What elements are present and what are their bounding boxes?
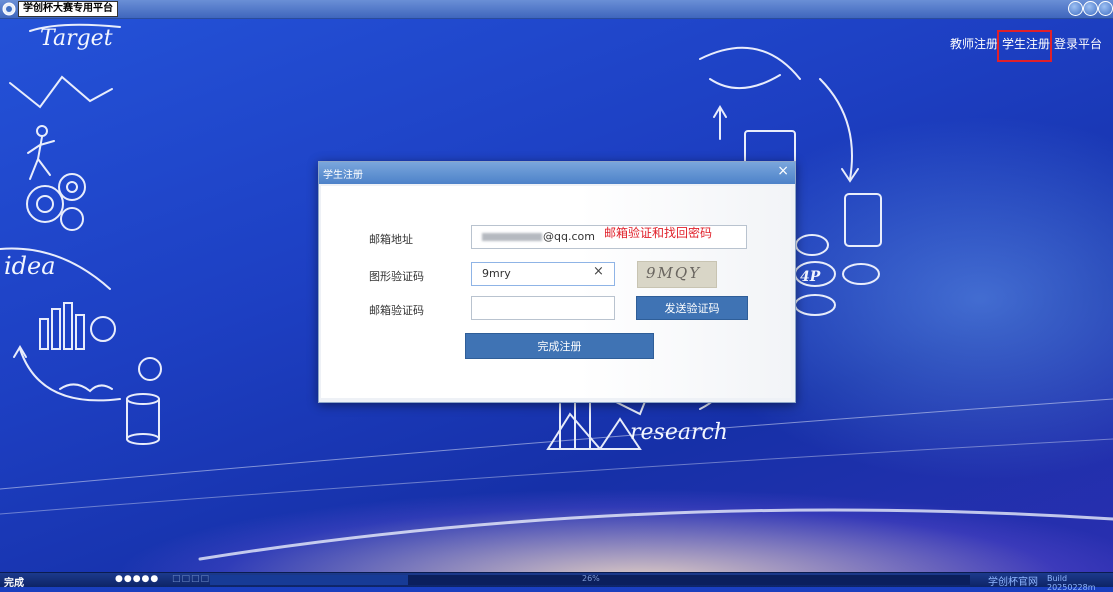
- status-dots-filled: ●●●●●: [115, 574, 160, 584]
- idea-word: idea: [4, 252, 56, 280]
- close-icon[interactable]: ×: [777, 163, 789, 179]
- status-bar: 完成 ●●●●● □□□□□ 26% 学创杯官网 Build 20250228m: [0, 572, 1113, 592]
- email-label: 邮箱地址: [369, 233, 413, 246]
- dialog-header: 学生注册 ×: [319, 162, 795, 184]
- window-title: 学创杯大赛专用平台: [18, 1, 118, 17]
- student-register-highlight-box: [997, 30, 1052, 62]
- nav-login-platform[interactable]: 登录平台: [1054, 35, 1102, 52]
- email-value: @qq.com: [543, 230, 595, 243]
- status-progress-bar: 26%: [210, 574, 970, 585]
- svg-text:4P: 4P: [800, 269, 821, 285]
- email-redacted-part: [482, 233, 542, 241]
- dialog-body: 邮箱地址 @qq.com 邮箱验证和找回密码 图形验证码 9mry × 9MQY…: [321, 186, 791, 398]
- captcha-image[interactable]: 9MQY: [637, 261, 717, 288]
- nav-teacher-register[interactable]: 教师注册: [950, 35, 998, 52]
- email-code-label: 邮箱验证码: [369, 304, 424, 317]
- status-text: 完成: [4, 578, 24, 589]
- status-progress-fill: [210, 575, 408, 585]
- email-code-input[interactable]: [471, 296, 615, 320]
- research-word: research: [630, 420, 728, 445]
- background-canvas: Target idea research 4P 教师注册 学生注册 登录平台 学…: [0, 19, 1113, 572]
- captcha-label: 图形验证码: [369, 270, 424, 283]
- clear-captcha-icon[interactable]: ×: [593, 264, 604, 279]
- target-word: Target: [40, 26, 113, 51]
- minimize-icon[interactable]: [1068, 1, 1083, 16]
- complete-register-button[interactable]: 完成注册: [465, 333, 654, 359]
- close-window-icon[interactable]: [1098, 1, 1113, 16]
- captcha-value: 9mry: [482, 267, 511, 280]
- dialog-title: 学生注册: [323, 170, 363, 181]
- maximize-icon[interactable]: [1083, 1, 1098, 16]
- captcha-image-text: 9MQY: [646, 264, 702, 282]
- status-progress-percent: 26%: [582, 574, 600, 583]
- student-register-dialog: 学生注册 × 邮箱地址 @qq.com 邮箱验证和找回密码 图形验证码 9mry…: [318, 161, 796, 403]
- app-icon: [2, 2, 16, 16]
- build-version: Build 20250228m: [1047, 574, 1096, 592]
- window-title-bar: 学创杯大赛专用平台: [0, 0, 1113, 19]
- send-code-button[interactable]: 发送验证码: [636, 296, 748, 320]
- email-note: 邮箱验证和找回密码: [604, 226, 713, 240]
